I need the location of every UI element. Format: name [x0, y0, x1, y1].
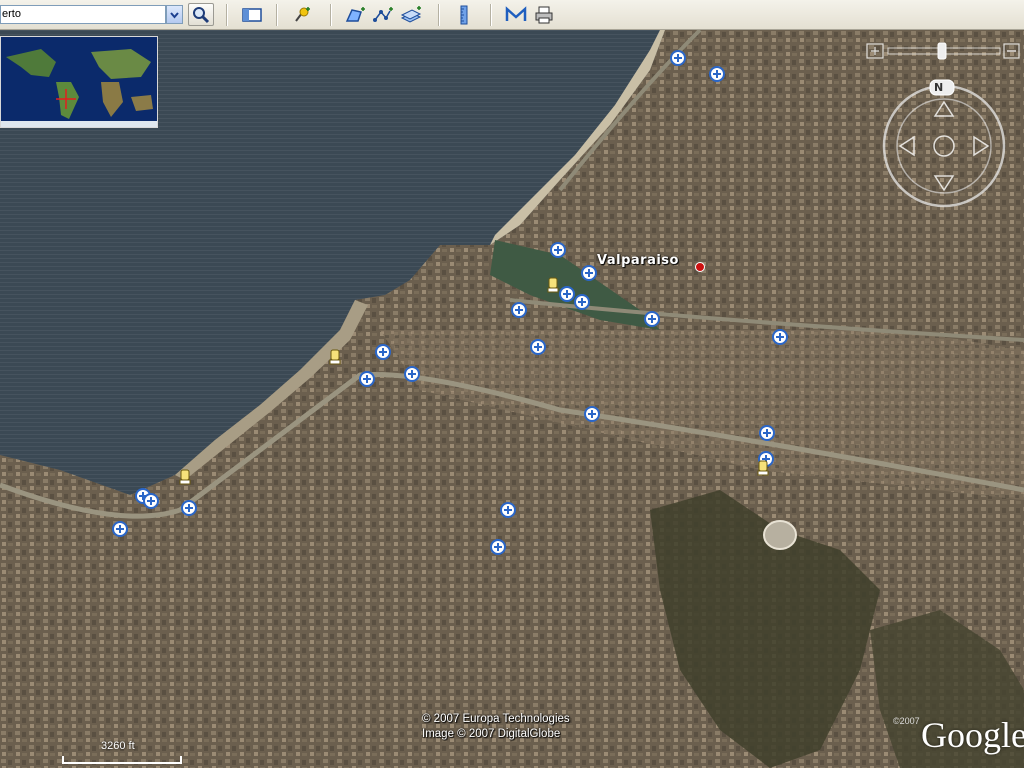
- sidebar-toggle-button[interactable]: [240, 4, 264, 26]
- small-copyright: ©2007: [893, 716, 920, 726]
- search-input[interactable]: erto: [0, 5, 166, 24]
- google-logo: Google: [921, 715, 1024, 755]
- add-path-button[interactable]: [372, 4, 396, 26]
- transit-marker-icon[interactable]: [581, 265, 597, 281]
- zoom-slider[interactable]: [866, 42, 1020, 60]
- compass-north-label: N: [934, 81, 944, 94]
- transit-marker-icon[interactable]: [375, 344, 391, 360]
- placemark-icon: [295, 7, 310, 22]
- transit-marker-icon[interactable]: [670, 50, 686, 66]
- transit-marker-icon[interactable]: [359, 371, 375, 387]
- print-icon: [535, 6, 553, 24]
- ruler-icon: [460, 5, 468, 25]
- polygon-icon: [345, 7, 365, 22]
- add-overlay-button[interactable]: [400, 4, 424, 26]
- add-placemark-button[interactable]: [290, 4, 314, 26]
- ruler-button[interactable]: [452, 4, 476, 26]
- place-dot-icon[interactable]: [695, 262, 705, 272]
- toolbar-separator: [490, 4, 491, 26]
- transit-marker-icon[interactable]: [511, 302, 527, 318]
- search-button[interactable]: [188, 3, 214, 26]
- overlay-icon: [400, 6, 422, 23]
- transit-marker-icon[interactable]: [490, 539, 506, 555]
- print-button[interactable]: [532, 4, 556, 26]
- placemark-pin-icon[interactable]: [756, 459, 770, 477]
- sidebar-icon: [242, 8, 262, 22]
- toolbar: erto: [0, 0, 1024, 30]
- transit-marker-icon[interactable]: [759, 425, 775, 441]
- transit-marker-icon[interactable]: [584, 406, 600, 422]
- add-polygon-button[interactable]: [344, 4, 368, 26]
- transit-marker-icon[interactable]: [500, 502, 516, 518]
- transit-marker-icon[interactable]: [404, 366, 420, 382]
- transit-marker-icon[interactable]: [181, 500, 197, 516]
- chevron-down-icon: [170, 12, 179, 19]
- transit-marker-icon[interactable]: [530, 339, 546, 355]
- navigation-compass[interactable]: [878, 78, 1010, 210]
- transit-marker-icon[interactable]: [709, 66, 725, 82]
- satellite-imagery: [0, 30, 1024, 768]
- scale-legend: 3260 ft: [101, 740, 135, 752]
- toolbar-separator: [438, 4, 439, 26]
- transit-marker-icon[interactable]: [574, 294, 590, 310]
- placemark-pin-icon[interactable]: [546, 276, 560, 294]
- placemark-pin-icon[interactable]: [178, 468, 192, 486]
- credit-line: © 2007 Europa Technologies: [422, 713, 570, 725]
- imagery-credits: © 2007 Europa Technologies Image © 2007 …: [422, 712, 570, 742]
- transit-marker-icon[interactable]: [143, 493, 159, 509]
- toolbar-separator: [330, 4, 331, 26]
- place-label[interactable]: Valparaiso: [597, 253, 679, 268]
- scale-bar: [62, 756, 182, 764]
- toolbar-separator: [226, 4, 227, 26]
- email-button[interactable]: [504, 4, 528, 26]
- email-icon: [505, 6, 527, 21]
- world-map-thumbnail: [1, 37, 157, 127]
- toolbar-separator: [276, 4, 277, 26]
- search-dropdown-button[interactable]: [166, 5, 183, 24]
- path-icon: [373, 7, 393, 22]
- transit-marker-icon[interactable]: [550, 242, 566, 258]
- transit-marker-icon[interactable]: [644, 311, 660, 327]
- placemark-pin-icon[interactable]: [328, 348, 342, 366]
- map-view[interactable]: [0, 30, 1024, 768]
- search-icon: [193, 7, 210, 24]
- transit-marker-icon[interactable]: [112, 521, 128, 537]
- google-earth-window: erto Valparaiso N © 2007 Europa Technolo…: [0, 0, 1024, 768]
- transit-marker-icon[interactable]: [772, 329, 788, 345]
- overview-map[interactable]: [0, 36, 158, 128]
- credit-line: Image © 2007 DigitalGlobe: [422, 728, 561, 740]
- transit-marker-icon[interactable]: [559, 286, 575, 302]
